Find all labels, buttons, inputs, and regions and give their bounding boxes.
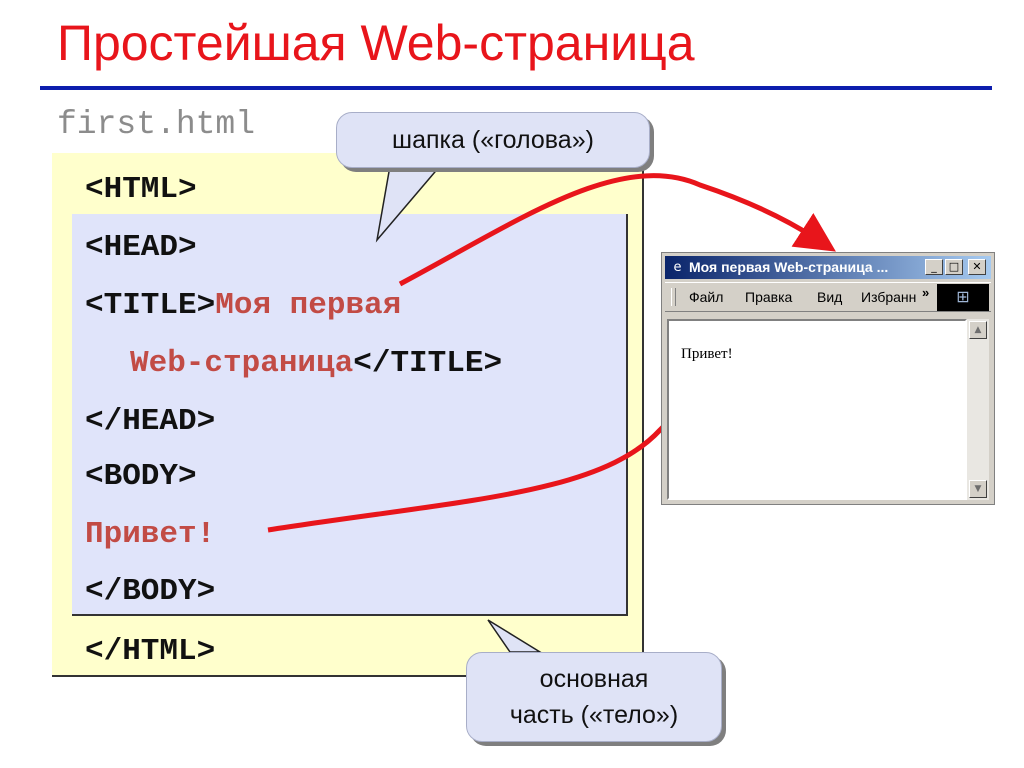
menu-item-file[interactable]: Файл [689, 288, 723, 306]
callout-head-pointer [375, 165, 442, 243]
browser-window-title: Моя первая Web-страница ... [689, 259, 889, 275]
callout-body-pointer [487, 619, 543, 653]
close-button[interactable]: ✕ [968, 259, 986, 275]
minimize-button[interactable]: _ [925, 259, 943, 275]
menu-item-edit[interactable]: Правка [745, 288, 792, 306]
callout-body-line-1: основная [539, 665, 649, 693]
arrow-body-to-content [267, 375, 715, 533]
menu-item-favorites[interactable]: Избранн [861, 288, 916, 306]
browser-content: Привет! [667, 319, 967, 500]
callout-body: основная часть («тело») [466, 652, 722, 742]
browser-window: e Моя первая Web-страница ... _ □ ✕ Файл… [661, 252, 995, 505]
callout-body-line-2: часть («тело») [509, 701, 679, 729]
browser-titlebar[interactable]: e Моя первая Web-страница ... _ □ ✕ [665, 256, 991, 279]
browser-menubar: Файл Правка Вид Избранн » ⊞ [665, 282, 991, 312]
windows-logo-icon: ⊞ [937, 284, 989, 311]
menu-more-chevron-icon[interactable]: » [922, 286, 929, 300]
maximize-button[interactable]: □ [945, 259, 963, 275]
callout-head: шапка («голова») [336, 112, 650, 168]
scroll-up-icon[interactable]: ▲ [969, 321, 987, 339]
scroll-down-icon[interactable]: ▼ [969, 480, 987, 498]
vertical-scrollbar[interactable]: ▲ ▼ [967, 319, 989, 500]
menu-item-view[interactable]: Вид [817, 288, 842, 306]
menubar-grip[interactable] [671, 288, 676, 306]
ie-icon: e [673, 260, 682, 275]
browser-content-text: Привет! [681, 346, 733, 362]
